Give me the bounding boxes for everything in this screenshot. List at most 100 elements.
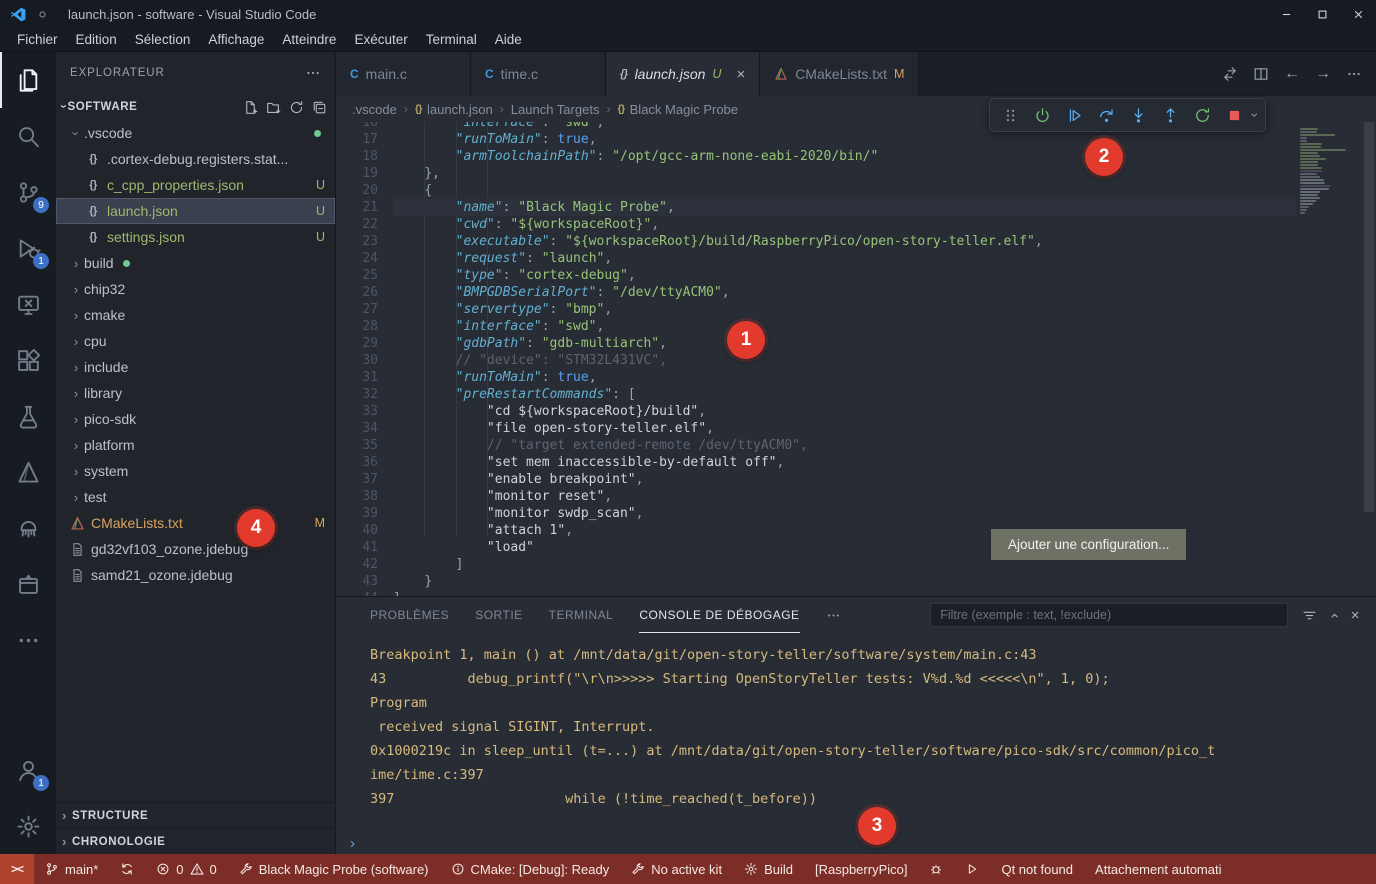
tree-file-c-cpp-properties-json[interactable]: {}c_cpp_properties.jsonU [56, 172, 335, 198]
chevron-down-icon[interactable]: › [1248, 113, 1262, 118]
menu-ex-cuter[interactable]: Exécuter [345, 32, 416, 47]
status-cmake-status[interactable]: CMake: [Debug]: Ready [440, 854, 621, 884]
code-line-25[interactable]: 25 "type": "cortex-debug", [336, 267, 1296, 284]
split-icon[interactable] [1253, 66, 1269, 82]
code-line-27[interactable]: 27 "servertype": "bmp", [336, 301, 1296, 318]
tree-folder-system[interactable]: ›system [56, 458, 335, 484]
section-chronologie[interactable]: › CHRONOLOGIE [56, 828, 335, 854]
more-dots-icon[interactable] [1346, 66, 1362, 82]
tree-folder-test[interactable]: ›test [56, 484, 335, 510]
status-git-branch[interactable]: main* [34, 854, 109, 884]
close-tab-icon[interactable]: × [736, 67, 745, 82]
code-line-43[interactable]: 43 } [336, 573, 1296, 590]
code-line-18[interactable]: 18 "armToolchainPath": "/opt/gcc-arm-non… [336, 148, 1296, 165]
tree-file-cmakelists-txt[interactable]: CMakeLists.txtM [56, 510, 335, 536]
step-into-button[interactable] [1125, 102, 1152, 128]
menu-affichage[interactable]: Affichage [199, 32, 273, 47]
tree-file-gd32vf103-ozone-jdebug[interactable]: gd32vf103_ozone.jdebug [56, 536, 335, 562]
activity-more-dots[interactable] [0, 612, 56, 668]
activity-search[interactable] [0, 108, 56, 164]
panel-tab-terminal[interactable]: TERMINAL [549, 597, 614, 633]
minimize-button[interactable] [1268, 0, 1304, 28]
code-line-23[interactable]: 23 "executable": "${workspaceRoot}/build… [336, 233, 1296, 250]
activity-jellyfish[interactable] [0, 500, 56, 556]
status-debug[interactable] [918, 854, 954, 884]
menu-atteindre[interactable]: Atteindre [273, 32, 345, 47]
activity-remote-explorer[interactable] [0, 276, 56, 332]
activity-package[interactable] [0, 556, 56, 612]
tree-folder-build[interactable]: ›build [56, 250, 335, 276]
step-over-button[interactable] [1093, 102, 1120, 128]
menu-aide[interactable]: Aide [486, 32, 531, 47]
tab-time-c[interactable]: Ctime.c [471, 52, 606, 96]
tree-file-settings-json[interactable]: {}settings.jsonU [56, 224, 335, 250]
status-auto-attach[interactable]: Attachement automati [1084, 854, 1232, 884]
line-number[interactable]: 42 [336, 556, 393, 573]
line-number[interactable]: 29 [336, 335, 393, 352]
section-structure[interactable]: › STRUCTURE [56, 802, 335, 828]
tree-folder-cpu[interactable]: ›cpu [56, 328, 335, 354]
line-number[interactable]: 23 [336, 233, 393, 250]
line-number[interactable]: 26 [336, 284, 393, 301]
menu-edition[interactable]: Edition [67, 32, 126, 47]
line-number[interactable]: 17 [336, 131, 393, 148]
status-cmake-kit[interactable]: No active kit [620, 854, 733, 884]
status-problems[interactable]: 00 [145, 854, 227, 884]
breadcrumb-item-vscode[interactable]: .vscode [352, 102, 397, 117]
code-line-29[interactable]: 29 "gdbPath": "gdb-multiarch", [336, 335, 1296, 352]
line-number[interactable]: 44 [336, 590, 393, 596]
collapse-all-icon[interactable] [312, 100, 327, 115]
line-number[interactable]: 37 [336, 471, 393, 488]
tree-folder-cmake[interactable]: ›cmake [56, 302, 335, 328]
activity-extensions[interactable] [0, 332, 56, 388]
line-number[interactable]: 43 [336, 573, 393, 590]
continue-button[interactable] [1061, 102, 1088, 128]
tree-file-launch-json[interactable]: {}launch.jsonU [56, 198, 335, 224]
line-number[interactable]: 34 [336, 420, 393, 437]
code-line-32[interactable]: 32 "preRestartCommands": [ [336, 386, 1296, 403]
compare-icon[interactable] [1222, 66, 1238, 82]
code-line-44[interactable]: 44] [336, 590, 1296, 596]
code-line-36[interactable]: 36 "set mem inaccessible-by-default off"… [336, 454, 1296, 471]
line-number[interactable]: 39 [336, 505, 393, 522]
debug-console-input[interactable]: › [336, 832, 1376, 854]
line-number[interactable]: 40 [336, 522, 393, 539]
line-number[interactable]: 27 [336, 301, 393, 318]
code-line-24[interactable]: 24 "request": "launch", [336, 250, 1296, 267]
stop-button[interactable] [1221, 102, 1248, 128]
line-number[interactable]: 25 [336, 267, 393, 284]
panel-more-actions[interactable] [826, 608, 841, 623]
section-software[interactable]: › SOFTWARE [56, 94, 335, 120]
status-launch-target[interactable]: Black Magic Probe (software) [228, 854, 440, 884]
menu-terminal[interactable]: Terminal [417, 32, 486, 47]
tree-file-samd21-ozone-jdebug[interactable]: samd21_ozone.jdebug [56, 562, 335, 588]
code-line-19[interactable]: 19 }, [336, 165, 1296, 182]
status-sync[interactable] [109, 854, 145, 884]
tree-folder-pico-sdk[interactable]: ›pico-sdk [56, 406, 335, 432]
activity-source-control[interactable]: 9 [0, 164, 56, 220]
maximize-panel-icon[interactable]: › [1326, 612, 1341, 618]
line-number[interactable]: 35 [336, 437, 393, 454]
go-forward-icon[interactable]: → [1315, 66, 1331, 82]
status-cmake-target[interactable]: [RaspberryPico] [804, 854, 918, 884]
tree-folder-vscode[interactable]: ›.vscode [56, 120, 335, 146]
breadcrumb-item-launch-targets[interactable]: Launch Targets [511, 102, 600, 117]
editor-scrollbar[interactable] [1362, 122, 1376, 596]
code-line-30[interactable]: 30 // "device": "STM32L431VC", [336, 352, 1296, 369]
minimap[interactable] [1296, 124, 1362, 219]
line-number[interactable]: 24 [336, 250, 393, 267]
code-line-28[interactable]: 28 "interface": "swd", [336, 318, 1296, 335]
code-line-33[interactable]: 33 "cd ${workspaceRoot}/build", [336, 403, 1296, 420]
new-folder-icon[interactable] [266, 100, 281, 115]
line-number[interactable]: 30 [336, 352, 393, 369]
line-number[interactable]: 28 [336, 318, 393, 335]
activity-run-debug[interactable]: 1 [0, 220, 56, 276]
panel-tab-console-de-d-bogage[interactable]: CONSOLE DE DÉBOGAGE [639, 597, 799, 633]
line-number[interactable]: 20 [336, 182, 393, 199]
status-remote-indicator[interactable]: >< [0, 854, 34, 884]
maximize-button[interactable] [1304, 0, 1340, 28]
status-cmake-build[interactable]: Build [733, 854, 804, 884]
status-qt-status[interactable]: Qt not found [990, 854, 1084, 884]
code-line-21[interactable]: 21 "name": "Black Magic Probe", [336, 199, 1296, 216]
drag-handle[interactable] [997, 102, 1024, 128]
